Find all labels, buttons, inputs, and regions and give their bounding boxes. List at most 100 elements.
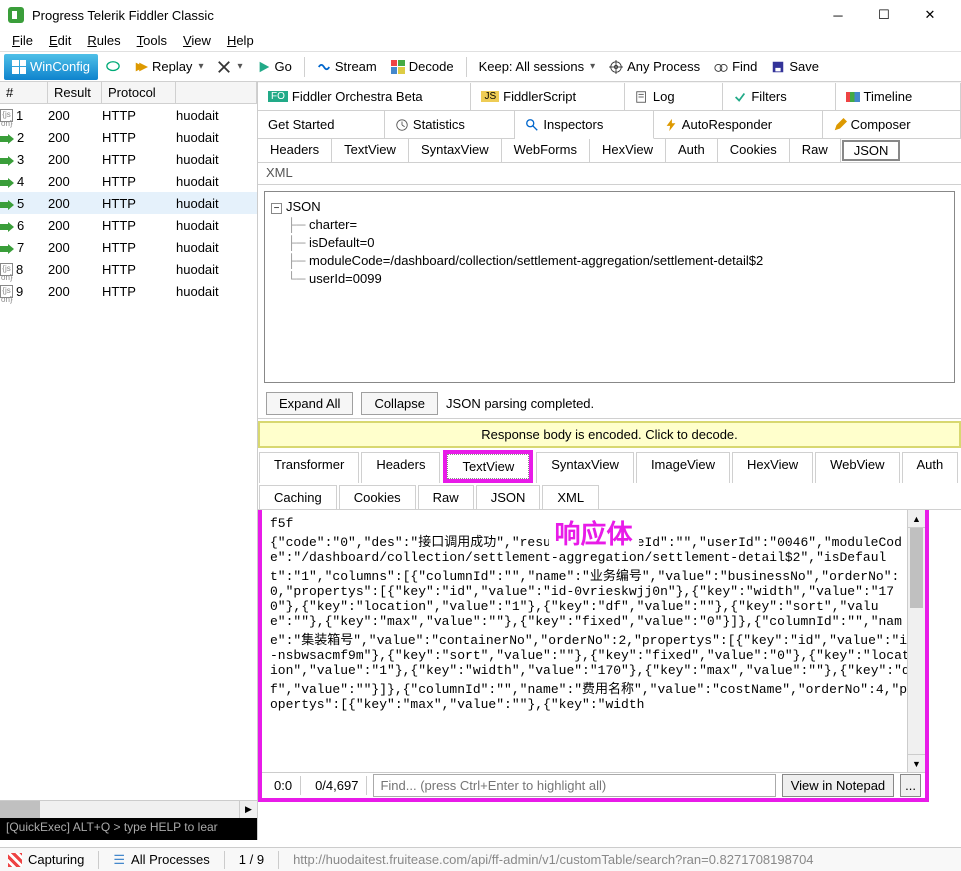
all-processes-label[interactable]: All Processes xyxy=(131,852,210,867)
arrow-right-icon xyxy=(0,176,14,186)
tree-leaf[interactable]: ├─ moduleCode=/dashboard/collection/sett… xyxy=(287,252,948,270)
more-button[interactable]: ... xyxy=(900,774,921,797)
decode-button[interactable]: Decode xyxy=(385,54,460,80)
col-number[interactable]: # xyxy=(0,82,48,103)
windows-icon xyxy=(12,60,26,74)
scroll-down-icon[interactable]: ▼ xyxy=(908,754,925,772)
sessions-hscroll[interactable]: ▶ xyxy=(0,800,257,818)
response-vscroll[interactable]: ▲ ▼ xyxy=(907,510,925,772)
reqtab-json[interactable]: JSON xyxy=(842,140,901,161)
menu-view[interactable]: View xyxy=(177,31,217,50)
collapse-button[interactable]: Collapse xyxy=(361,392,438,415)
tab-get-started[interactable]: Get Started xyxy=(258,111,385,139)
keep-dropdown[interactable]: Keep: All sessions xyxy=(473,54,602,80)
session-row[interactable]: 7200HTTPhuodait xyxy=(0,236,257,258)
winconfig-button[interactable]: WinConfig xyxy=(4,54,98,80)
resptab-syntax[interactable]: SyntaxView xyxy=(536,452,634,483)
minimize-button[interactable]: ─ xyxy=(815,0,861,30)
bubble-icon xyxy=(106,60,120,74)
resptab-image[interactable]: ImageView xyxy=(636,452,730,483)
session-row[interactable]: 5200HTTPhuodait xyxy=(0,192,257,214)
reqtab-raw[interactable]: Raw xyxy=(790,139,841,162)
session-row[interactable]: 6200HTTPhuodait xyxy=(0,214,257,236)
sessions-header: # Result Protocol xyxy=(0,82,257,104)
resptab-caching[interactable]: Caching xyxy=(259,485,337,509)
any-process-button[interactable]: Any Process xyxy=(603,54,706,80)
menu-edit[interactable]: Edit xyxy=(43,31,77,50)
arrow-right-icon xyxy=(0,242,14,252)
quickexec-input[interactable]: [QuickExec] ALT+Q > type HELP to lear xyxy=(0,818,257,840)
save-button[interactable]: Save xyxy=(765,54,825,80)
resptab-transformer[interactable]: Transformer xyxy=(259,452,359,483)
resptab-xml[interactable]: XML xyxy=(542,485,599,509)
tab-composer[interactable]: Composer xyxy=(823,111,961,139)
expand-all-button[interactable]: Expand All xyxy=(266,392,353,415)
json-tree[interactable]: −JSON ├─ charter=├─ isDefault=0├─ module… xyxy=(264,191,955,383)
tree-leaf[interactable]: ├─ isDefault=0 xyxy=(287,234,948,252)
col-result[interactable]: Result xyxy=(48,82,102,103)
replay-button[interactable]: Replay xyxy=(128,54,210,80)
session-row[interactable]: {json}1200HTTPhuodait xyxy=(0,104,257,126)
resptab-raw[interactable]: Raw xyxy=(418,485,474,509)
col-protocol[interactable]: Protocol xyxy=(102,82,176,103)
tab-timeline[interactable]: Timeline xyxy=(836,83,961,111)
view-in-notepad-button[interactable]: View in Notepad xyxy=(782,774,894,797)
session-row[interactable]: {json}8200HTTPhuodait xyxy=(0,258,257,280)
reqtab-webforms[interactable]: WebForms xyxy=(502,139,590,162)
session-row[interactable]: {json}9200HTTPhuodait xyxy=(0,280,257,302)
resptab-json[interactable]: JSON xyxy=(476,485,541,509)
find-in-body-input[interactable] xyxy=(373,774,775,797)
resptab-hex[interactable]: HexView xyxy=(732,452,813,483)
resptab-headers[interactable]: Headers xyxy=(361,452,440,483)
log-icon xyxy=(635,90,649,104)
save-icon xyxy=(771,60,785,74)
reqtab-syntax[interactable]: SyntaxView xyxy=(409,139,502,162)
stream-button[interactable]: Stream xyxy=(311,54,383,80)
resptab-textview[interactable]: TextView xyxy=(447,454,529,479)
hscroll-thumb[interactable] xyxy=(0,801,40,818)
binoculars-icon xyxy=(714,60,728,74)
resptab-auth[interactable]: Auth xyxy=(902,452,959,483)
menu-rules[interactable]: Rules xyxy=(81,31,126,50)
menu-tools[interactable]: Tools xyxy=(131,31,173,50)
capturing-label[interactable]: Capturing xyxy=(28,852,84,867)
sessions-list[interactable]: {json}1200HTTPhuodait2200HTTPhuodait3200… xyxy=(0,104,257,800)
resptab-web[interactable]: WebView xyxy=(815,452,899,483)
tab-fiddlerscript[interactable]: JS FiddlerScript xyxy=(471,83,624,111)
session-row[interactable]: 3200HTTPhuodait xyxy=(0,148,257,170)
tree-leaf[interactable]: └─ userId=0099 xyxy=(287,270,948,288)
reqtab-textview[interactable]: TextView xyxy=(332,139,409,162)
reqtab-auth[interactable]: Auth xyxy=(666,139,718,162)
comment-button[interactable] xyxy=(100,54,126,80)
tab-orchestra[interactable]: FO Fiddler Orchestra Beta xyxy=(258,83,471,111)
tab-statistics[interactable]: Statistics xyxy=(385,111,515,139)
find-button[interactable]: Find xyxy=(708,54,763,80)
menu-file[interactable]: File xyxy=(6,31,39,50)
reqtab-xml[interactable]: XML xyxy=(258,163,961,185)
tab-autoresponder[interactable]: AutoResponder xyxy=(654,111,823,139)
scroll-up-icon[interactable]: ▲ xyxy=(908,510,925,528)
reqtab-hex[interactable]: HexView xyxy=(590,139,666,162)
remove-button[interactable] xyxy=(211,54,248,80)
session-row[interactable]: 2200HTTPhuodait xyxy=(0,126,257,148)
col-host[interactable] xyxy=(176,82,257,103)
resptab-cookies[interactable]: Cookies xyxy=(339,485,416,509)
tree-collapse-icon[interactable]: − xyxy=(271,203,282,214)
maximize-button[interactable]: ☐ xyxy=(861,0,907,30)
tree-root[interactable]: JSON xyxy=(286,199,321,214)
menu-help[interactable]: Help xyxy=(221,31,260,50)
go-button[interactable]: Go xyxy=(251,54,298,80)
tab-log[interactable]: Log xyxy=(625,83,723,111)
hscroll-right[interactable]: ▶ xyxy=(239,801,257,818)
parse-status: JSON parsing completed. xyxy=(446,396,594,411)
tree-leaf[interactable]: ├─ charter= xyxy=(287,216,948,234)
decode-banner[interactable]: Response body is encoded. Click to decod… xyxy=(258,421,961,448)
tab-filters[interactable]: Filters xyxy=(723,83,835,111)
reqtab-headers[interactable]: Headers xyxy=(258,139,332,162)
vscroll-thumb[interactable] xyxy=(910,528,923,608)
session-row[interactable]: 4200HTTPhuodait xyxy=(0,170,257,192)
close-button[interactable]: ✕ xyxy=(907,0,953,30)
tab-inspectors[interactable]: Inspectors xyxy=(515,111,653,139)
reqtab-cookies[interactable]: Cookies xyxy=(718,139,790,162)
response-body-textview[interactable]: f5f {"code":"0","des":"接口调用成功","result":… xyxy=(262,510,925,772)
